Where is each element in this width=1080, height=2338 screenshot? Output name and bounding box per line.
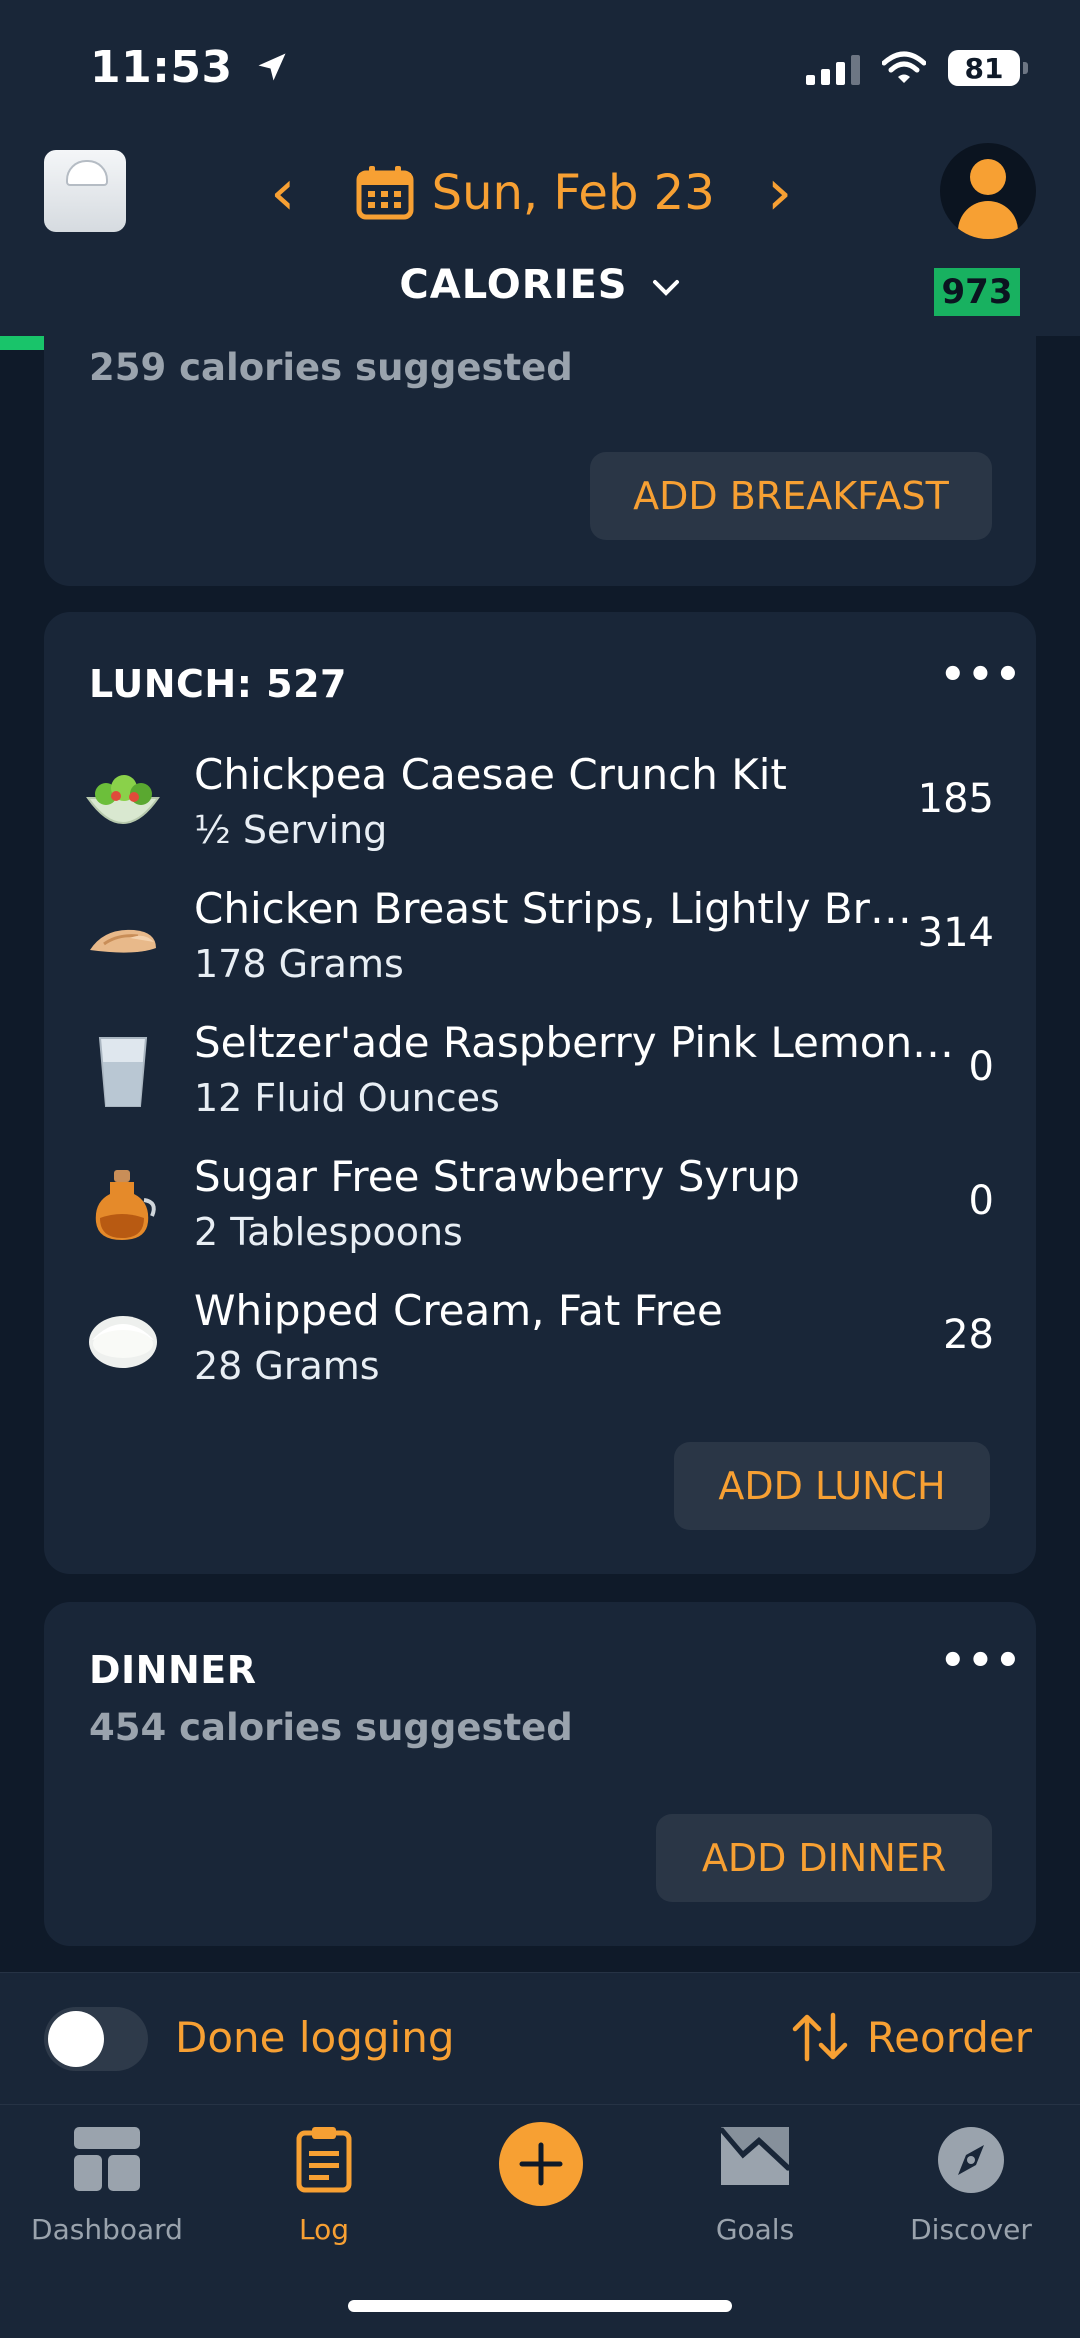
breakfast-suggested: 259 calories suggested	[89, 346, 573, 389]
current-date[interactable]: Sun, Feb 23	[432, 165, 715, 221]
clipboard-log-icon	[296, 2127, 352, 2193]
lunch-title: LUNCH: 527	[89, 662, 347, 706]
tab-dashboard-label: Dashboard	[31, 2213, 183, 2246]
dashboard-icon	[74, 2127, 140, 2191]
food-calories: 314	[917, 910, 994, 956]
breakfast-card: 259 calories suggested ADD BREAKFAST	[44, 330, 1036, 586]
food-serving: 12 Fluid Ounces	[194, 1076, 500, 1120]
status-time: 11:53	[90, 42, 290, 93]
status-icons: 81	[806, 50, 1028, 86]
lunch-more-icon[interactable]: •••	[940, 652, 1023, 698]
view-label: CALORIES	[399, 262, 628, 308]
syrup-icon	[84, 1166, 162, 1244]
food-entry-row[interactable]: Chickpea Caesae Crunch Kit ½ Serving 185	[44, 738, 994, 868]
reorder-arrows-icon	[792, 2012, 848, 2062]
cream-icon	[84, 1300, 162, 1378]
tab-dashboard[interactable]: Dashboard	[7, 2125, 207, 2246]
quick-add-button[interactable]	[499, 2122, 583, 2206]
add-dinner-button[interactable]: ADD DINNER	[656, 1814, 992, 1902]
location-arrow-icon	[258, 53, 286, 81]
next-day-chevron-icon[interactable]: ›	[767, 161, 793, 225]
food-calories: 185	[917, 776, 994, 822]
food-serving: 28 Grams	[194, 1344, 380, 1388]
done-logging-label: Done logging	[175, 2013, 455, 2062]
profile-avatar[interactable]	[940, 143, 1036, 239]
dinner-more-icon[interactable]: •••	[940, 1638, 1023, 1684]
food-entry-row[interactable]: Seltzer'ade Raspberry Pink Lemon… 12 Flui…	[44, 1006, 994, 1136]
previous-day-chevron-icon[interactable]: ‹	[270, 161, 296, 225]
food-name: Sugar Free Strawberry Syrup	[194, 1152, 800, 1201]
status-time-text: 11:53	[90, 42, 233, 93]
food-entry-row[interactable]: Sugar Free Strawberry Syrup 2 Tablespoons…	[44, 1140, 994, 1270]
add-lunch-button[interactable]: ADD LUNCH	[674, 1442, 990, 1530]
nutrient-view-selector[interactable]: CALORIES	[0, 262, 1080, 308]
cellular-signal-icon	[806, 51, 860, 85]
calendar-icon[interactable]	[356, 165, 414, 221]
add-breakfast-button[interactable]: ADD BREAKFAST	[590, 452, 992, 540]
salad-icon	[84, 764, 162, 842]
reorder-label: Reorder	[866, 2012, 1032, 2062]
goals-chart-icon	[719, 2127, 791, 2185]
chevron-down-icon	[652, 280, 679, 296]
weigh-in-scale-button[interactable]	[44, 150, 126, 232]
food-name: Seltzer'ade Raspberry Pink Lemon…	[194, 1018, 955, 1067]
dinner-card: DINNER ••• 454 calories suggested ADD DI…	[44, 1602, 1036, 1946]
tab-log[interactable]: Log	[224, 2125, 424, 2246]
reorder-button[interactable]: Reorder	[791, 2011, 1032, 2063]
food-calories: 28	[943, 1312, 994, 1358]
compass-icon	[938, 2127, 1004, 2193]
food-serving: ½ Serving	[194, 808, 388, 852]
plus-icon	[519, 2142, 563, 2186]
tab-log-label: Log	[298, 2213, 349, 2246]
food-name: Whipped Cream, Fat Free	[194, 1286, 723, 1335]
food-name: Chicken Breast Strips, Lightly Br…	[194, 884, 912, 933]
done-logging-toggle[interactable]	[44, 2007, 148, 2071]
food-serving: 178 Grams	[194, 942, 404, 986]
dinner-suggested: 454 calories suggested	[89, 1706, 573, 1749]
battery-level: 81	[964, 51, 1004, 85]
done-logging-bar: Done logging Reorder	[0, 1972, 1080, 2105]
tab-goals[interactable]: Goals	[655, 2125, 855, 2246]
wifi-icon	[882, 51, 926, 83]
food-name: Chickpea Caesae Crunch Kit	[194, 750, 787, 799]
tab-goals-label: Goals	[715, 2213, 795, 2246]
calories-remaining-badge: 973	[934, 268, 1020, 316]
dinner-title: DINNER	[89, 1648, 257, 1692]
battery-indicator: 81	[948, 50, 1028, 86]
date-navigator: ‹ Sun, Feb 23 ›	[270, 158, 792, 228]
home-indicator	[348, 2300, 732, 2312]
food-entry-row[interactable]: Chicken Breast Strips, Lightly Br… 178 Gr…	[44, 872, 994, 1002]
scale-icon	[66, 160, 108, 186]
chicken-icon	[84, 898, 162, 976]
tab-discover[interactable]: Discover	[871, 2125, 1071, 2246]
food-entry-row[interactable]: Whipped Cream, Fat Free 28 Grams 28	[44, 1274, 994, 1404]
food-serving: 2 Tablespoons	[194, 1210, 463, 1254]
tab-discover-label: Discover	[910, 2213, 1032, 2246]
food-calories: 0	[968, 1044, 994, 1090]
food-calories: 0	[968, 1178, 994, 1224]
glass-icon	[84, 1032, 162, 1110]
